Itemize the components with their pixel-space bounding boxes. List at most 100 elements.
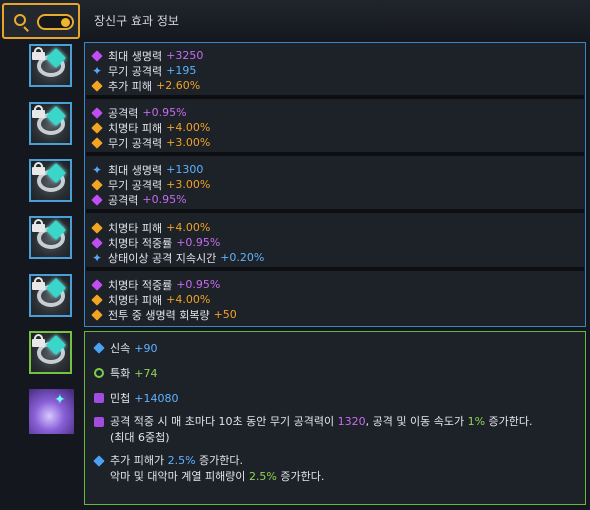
lock-icon [32,162,45,175]
earring-slot-1[interactable] [29,102,72,145]
divider [86,267,584,271]
diamond-icon [93,342,105,354]
diamond-icon [91,278,103,291]
effect-row: 치명타 피해 +4.00% [91,292,237,307]
effect-value: 2.5% [248,470,277,483]
effect-label: 공격력 [108,106,139,120]
effect-label: 추가 피해 [108,79,152,93]
effect-label: 치명타 피해 [108,293,163,307]
stat-label: 민첩 [110,392,131,405]
effect-value: +3.00% [166,178,211,191]
stat-value: +74 [134,366,158,380]
effect-value: +3.00% [166,136,211,149]
diamond-icon [91,49,103,62]
effect-text: 증가한다. [276,470,325,483]
square-icon [94,393,104,403]
diamond-icon [91,136,103,149]
effect-group: 공격력 +0.95% 치명타 피해 +4.00% 무기 공격력 +3.00% [91,105,211,150]
effect-value: +4.00% [166,221,211,234]
diamond-icon [91,106,103,119]
effect-value: +0.95% [142,193,187,206]
circle-icon [94,368,104,378]
effect-row: 전투 중 생명력 회복량 +50 [91,307,237,322]
effect-value: 1% [467,415,486,428]
star-icon: ✦ [92,63,103,78]
effect-value: +3250 [166,49,204,62]
effect-group: 치명타 적중률 +0.95% 치명타 피해 +4.00% 전투 중 생명력 회복량 +50 [91,277,237,322]
star-icon: ✦ [92,250,103,265]
diamond-icon [91,193,103,206]
effect-group: 최대 생명력 +3250 ✦ 무기 공격력 +195 추가 피해 +2.60% [91,48,204,93]
ring-slot-1[interactable] [29,216,72,259]
effect-label: 치명타 적중률 [108,278,173,292]
divider [86,95,584,99]
effect-row: ✦ 무기 공격력 +195 [92,63,203,78]
stat-label: 특화 [110,367,131,380]
effect-label: 무기 공격력 [108,64,163,78]
effect-value: 1320 [337,415,366,428]
lock-icon [32,334,45,347]
effect-row: 공격력 +0.95% [91,105,210,120]
ring-slot-2[interactable] [29,274,72,317]
effect-label: 최대 생명력 [108,49,163,63]
sparkle-icon: ✦ [54,392,66,408]
effect-text: 공격 적중 시 매 초마다 10초 동안 무기 공격력이 [110,415,338,428]
effect-text: 추가 피해가 [110,454,168,467]
stat-value: +14080 [134,391,179,405]
lock-icon [32,105,45,118]
stat-swiftness: 신속 +90 [93,340,576,356]
diamond-icon [91,221,103,234]
bracelet-effect-1: 공격 적중 시 매 초마다 10초 동안 무기 공격력이 1320, 공격 및 … [94,414,576,446]
effect-label: 최대 생명력 [108,163,163,177]
effect-value: +2.60% [155,79,201,92]
effect-label: 무기 공격력 [108,178,163,192]
effect-row: 치명타 피해 +4.00% [91,220,264,235]
filter-toggle-box[interactable] [2,3,80,39]
effect-text: 증가한다. [195,454,244,467]
effect-value: +0.95% [142,106,187,119]
effect-label: 상태이상 공격 지속시간 [108,251,217,265]
search-icon[interactable] [14,14,26,26]
effect-text: 증가한다. [485,415,533,428]
effect-value: +4.00% [166,121,211,134]
effect-row: ✦ 최대 생명력 +1300 [92,162,210,177]
star-icon: ✦ [92,162,103,177]
stone-slot[interactable] [29,331,72,374]
effect-text: 악마 및 대악마 계열 피해량이 [110,470,249,483]
stat-dexterity: 민첩 +14080 [94,390,576,406]
effect-text: , 공격 및 이동 속도가 [365,415,468,428]
effect-value: +0.20% [220,251,265,264]
effect-row: 치명타 적중률 +0.95% [91,235,264,250]
effect-value: +0.95% [176,278,221,291]
bracelet-slot[interactable]: ✦ [29,389,74,434]
effect-group: ✦ 최대 생명력 +1300 무기 공격력 +3.00% 공격력 +0.95% [91,162,211,207]
lock-icon [32,277,45,290]
effect-row: 추가 피해 +2.60% [91,78,203,93]
toggle-switch[interactable] [37,14,74,30]
effect-value: +0.95% [176,236,221,249]
effect-row: 무기 공격력 +3.00% [91,177,211,192]
effect-label: 치명타 피해 [108,121,163,135]
effect-value: +4.00% [166,293,211,306]
divider [86,152,584,156]
square-icon [94,417,104,427]
diamond-icon [93,455,105,467]
necklace-slot[interactable] [29,44,72,87]
diamond-icon [91,293,103,306]
divider [86,209,584,213]
page-title: 장신구 효과 정보 [94,14,179,28]
earring-slot-2[interactable] [29,159,72,202]
effect-text: (최대 6중첩) [110,431,170,444]
effect-row: ✦ 상태이상 공격 지속시간 +0.20% [92,250,264,265]
header-bar: 장신구 효과 정보 [0,0,590,40]
lock-icon [32,219,45,232]
bracelet-effect-2: 추가 피해가 2.5% 증가한다. 악마 및 대악마 계열 피해량이 2.5% … [93,453,576,485]
diamond-icon [91,236,103,249]
diamond-icon [91,79,103,92]
stat-value: +90 [134,341,158,355]
bracelet-effects-panel: 신속 +90 특화 +74 민첩 +14080 공격 적중 시 매 초마다 10초 동… [84,331,586,505]
toggle-knob [61,18,70,27]
effect-row: 치명타 적중률 +0.95% [91,277,237,292]
effect-value: 2.5% [167,454,196,467]
effect-row: 공격력 +0.95% [91,192,210,207]
